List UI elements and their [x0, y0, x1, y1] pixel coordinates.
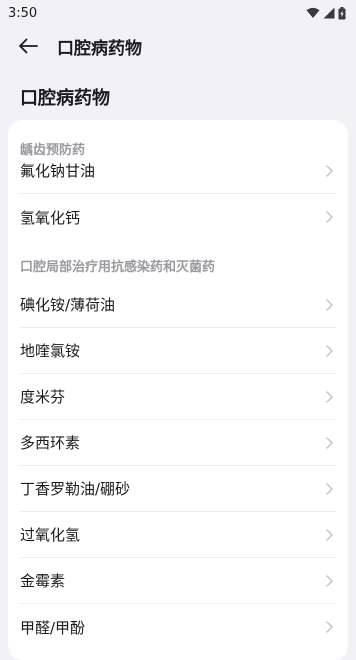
battery-icon — [338, 6, 346, 19]
page-heading: 口腔病药物 — [20, 88, 110, 109]
app-bar-title: 口腔病药物 — [57, 38, 142, 59]
list-item[interactable]: 过氧化氢 — [20, 512, 336, 558]
list-item[interactable]: 氢氧化钙 — [20, 194, 336, 240]
arrow-left-icon — [19, 38, 38, 54]
list-item-label: 地喹氯铵 — [20, 342, 81, 360]
list-item-label: 金霉素 — [20, 572, 66, 590]
chevron-right-icon — [326, 528, 336, 542]
chevron-right-icon — [326, 620, 336, 634]
list-item-label: 碘化铵/薄荷油 — [20, 296, 116, 314]
list-item[interactable]: 金霉素 — [20, 558, 336, 604]
list-item[interactable]: 碘化铵/薄荷油 — [20, 282, 336, 328]
chevron-right-icon — [326, 482, 336, 496]
cellular-signal-icon — [323, 7, 335, 19]
chevron-right-icon — [326, 390, 336, 404]
back-button[interactable] — [8, 26, 48, 66]
chevron-right-icon — [326, 210, 336, 224]
wifi-icon — [306, 7, 320, 18]
section-header: 口腔局部治疗用抗感染药和灭菌药 — [20, 260, 216, 275]
list-item-label: 过氧化氢 — [20, 526, 81, 544]
app-bar: 口腔病药物 — [0, 26, 356, 66]
chevron-right-icon — [326, 164, 336, 178]
list-item-label: 甲醛/甲酚 — [20, 618, 86, 637]
list-item-label: 氢氧化钙 — [20, 208, 81, 227]
chevron-right-icon — [326, 344, 336, 358]
status-time: 3:50 — [8, 5, 38, 21]
list-item[interactable]: 甲醛/甲酚 — [20, 604, 336, 650]
list-item[interactable]: 氟化钠甘油 — [20, 148, 336, 194]
list-item[interactable]: 地喹氯铵 — [20, 328, 336, 374]
section-header: 龋齿预防药 — [20, 143, 86, 158]
chevron-right-icon — [326, 298, 336, 312]
list-item-label: 多西环素 — [20, 434, 81, 452]
list-item[interactable]: 度米芬 — [20, 374, 336, 420]
list-item-label: 氟化钠甘油 — [20, 162, 96, 180]
list-item-label: 度米芬 — [20, 388, 66, 406]
list-item[interactable]: 多西环素 — [20, 420, 336, 466]
list-item[interactable]: 丁香罗勒油/硼砂 — [20, 466, 336, 512]
chevron-right-icon — [326, 574, 336, 588]
status-icons — [306, 6, 346, 20]
list-item-label: 丁香罗勒油/硼砂 — [20, 480, 131, 498]
status-bar: 3:50 — [0, 0, 356, 26]
drug-list-card: 龋齿预防药 氟化钠甘油 氢氧化钙 口腔局部治疗用抗感染药和灭菌药 碘化铵/薄荷油… — [8, 120, 348, 660]
chevron-right-icon — [326, 436, 336, 450]
